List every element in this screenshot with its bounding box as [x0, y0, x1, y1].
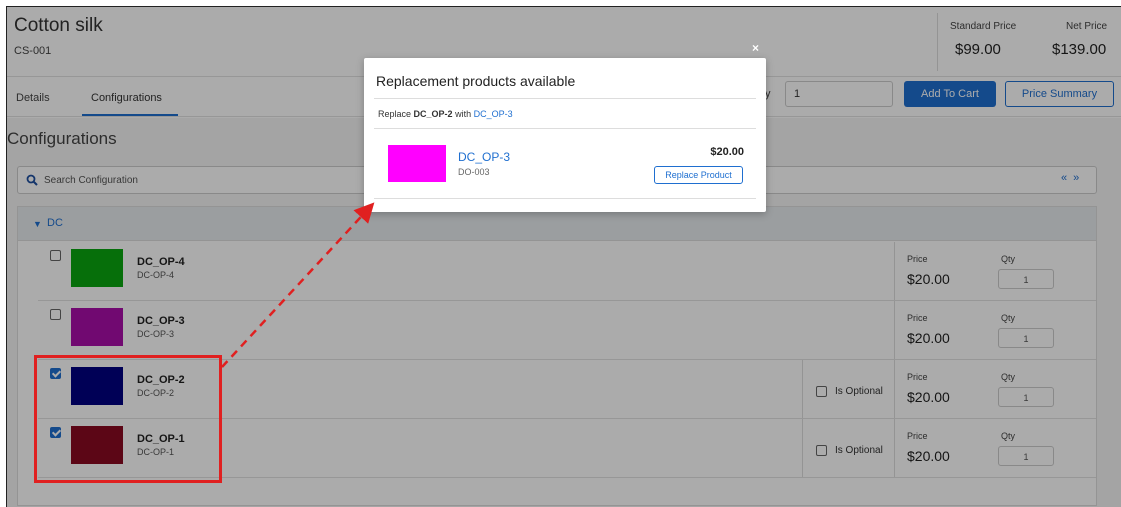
replacement-product-code: DO-003 [458, 167, 490, 177]
modal-divider [374, 98, 756, 99]
replace-message: Replace DC_OP-2 with DC_OP-3 [378, 109, 513, 119]
highlight-box [34, 355, 222, 483]
replacement-product-price: $20.00 [710, 146, 744, 158]
app-frame: Cotton silk CS-001 Standard Price $99.00… [6, 6, 1121, 507]
replacement-modal: Replacement products available Replace D… [364, 58, 766, 212]
replace-to-link[interactable]: DC_OP-3 [474, 109, 513, 119]
replace-product-button[interactable]: Replace Product [654, 166, 743, 184]
modal-divider [374, 198, 756, 199]
modal-title: Replacement products available [376, 73, 576, 89]
close-icon[interactable]: × [752, 41, 759, 55]
replace-prefix: Replace [378, 109, 412, 119]
replace-from: DC_OP-2 [413, 109, 453, 119]
modal-divider [374, 128, 756, 129]
replace-with-word: with [455, 109, 472, 119]
replacement-swatch [388, 145, 446, 182]
replacement-product-name[interactable]: DC_OP-3 [458, 150, 510, 164]
